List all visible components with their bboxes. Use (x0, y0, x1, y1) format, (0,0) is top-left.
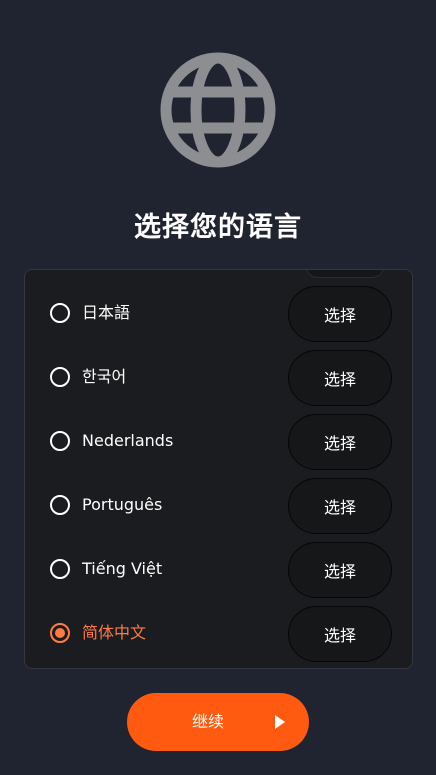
language-row-vietnamese[interactable]: Tiếng Việt 选择 (25, 539, 412, 603)
radio-button[interactable] (50, 367, 70, 387)
language-label: 日本語 (82, 303, 131, 322)
language-label: Português (82, 495, 163, 514)
globe-icon (157, 49, 279, 171)
page-title: 选择您的语言 (134, 212, 302, 243)
radio-button[interactable] (50, 303, 70, 323)
language-row-simplified-chinese[interactable]: 简体中文 选择 (25, 603, 412, 667)
language-select-screen: 选择您的语言 日本語 选择 한국어 选择 Nederlands 选择 Portu… (0, 0, 436, 775)
radio-button[interactable] (50, 431, 70, 451)
continue-label: 继续 (192, 712, 225, 731)
play-icon (275, 715, 285, 729)
radio-button-selected[interactable] (50, 623, 70, 643)
language-row-korean[interactable]: 한국어 选择 (25, 347, 412, 411)
select-button[interactable]: 选择 (288, 414, 392, 470)
scroll-peek-button (305, 270, 385, 278)
language-label: Nederlands (82, 431, 174, 450)
select-button[interactable]: 选择 (288, 350, 392, 406)
language-row-portuguese[interactable]: Português 选择 (25, 475, 412, 539)
select-button[interactable]: 选择 (288, 542, 392, 598)
language-list[interactable]: 日本語 选择 한국어 选择 Nederlands 选择 Português 选择… (24, 269, 413, 669)
continue-button[interactable]: 继续 (127, 693, 309, 751)
select-button[interactable]: 选择 (288, 478, 392, 534)
language-label: Tiếng Việt (82, 559, 163, 578)
language-label: 简体中文 (82, 623, 147, 642)
radio-button[interactable] (50, 495, 70, 515)
language-row-japanese[interactable]: 日本語 选择 (25, 283, 412, 347)
radio-button[interactable] (50, 559, 70, 579)
select-button[interactable]: 选择 (288, 286, 392, 342)
language-row-dutch[interactable]: Nederlands 选择 (25, 411, 412, 475)
language-label: 한국어 (82, 367, 127, 386)
select-button[interactable]: 选择 (288, 606, 392, 662)
